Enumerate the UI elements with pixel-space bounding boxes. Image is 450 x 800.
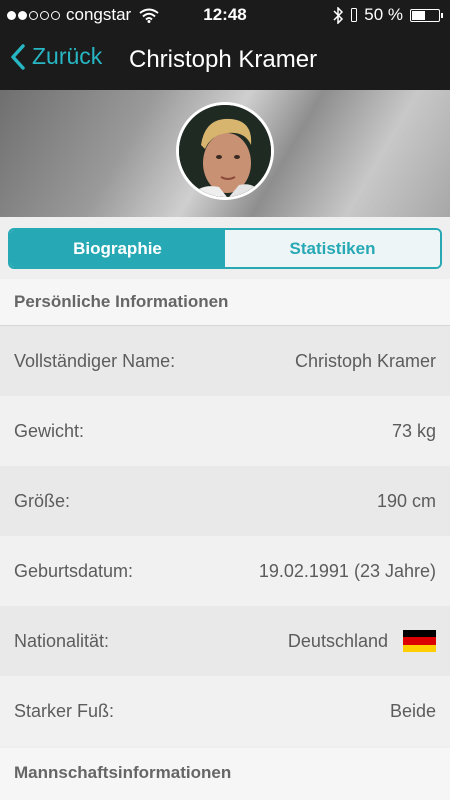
info-row-height: Größe: 190 cm: [0, 466, 450, 536]
status-right: 50 %: [332, 5, 443, 25]
info-row-birthdate: Geburtsdatum: 19.02.1991 (23 Jahre): [0, 536, 450, 606]
battery-tip: [441, 12, 443, 18]
section-header-team: Mannschaftsinformationen: [0, 748, 450, 800]
row-label: Gewicht:: [14, 420, 85, 441]
navigation-bar: Zurück Christoph Kramer: [0, 30, 450, 90]
tab-statistiken[interactable]: Statistiken: [225, 230, 440, 267]
row-label: Vollständiger Name:: [14, 350, 176, 371]
row-value: Christoph Kramer: [294, 350, 436, 371]
row-value: Beide: [389, 700, 436, 721]
back-button[interactable]: Zurück: [10, 43, 102, 70]
page-title: Christoph Kramer: [129, 46, 318, 73]
player-photo: [179, 105, 271, 197]
germany-flag-icon: [403, 630, 436, 652]
row-label: Geburtsdatum:: [14, 560, 134, 581]
flag-stripe-black: [403, 630, 436, 638]
avatar: [176, 102, 274, 200]
row-value: 19.02.1991 (23 Jahre): [258, 560, 436, 581]
row-label: Größe:: [14, 490, 71, 511]
orientation-lock-icon: [351, 8, 358, 22]
row-value: Deutschland: [287, 630, 388, 651]
row-label: Starker Fuß:: [14, 700, 115, 721]
info-row-nationality: Nationalität: Deutschland: [0, 606, 450, 676]
section-header-personal: Persönliche Informationen: [0, 279, 450, 326]
info-row-full-name: Vollständiger Name: Christoph Kramer: [0, 326, 450, 396]
chevron-left-icon: [11, 43, 25, 70]
row-value: 73 kg: [391, 420, 436, 441]
flag-stripe-gold: [403, 644, 436, 652]
battery-percentage: 50 %: [364, 5, 403, 24]
profile-header: [0, 90, 450, 217]
battery-icon: [410, 8, 443, 22]
info-row-weight: Gewicht: 73 kg: [0, 396, 450, 466]
battery-fill: [412, 10, 425, 20]
info-row-strong-foot: Starker Fuß: Beide: [0, 676, 450, 746]
status-bar: congstar 12:48 50 %: [0, 0, 450, 30]
back-label: Zurück: [32, 43, 103, 69]
tab-biographie[interactable]: Biographie: [10, 230, 225, 267]
segmented-control: Biographie Statistiken: [8, 228, 442, 269]
bluetooth-icon: [333, 6, 344, 24]
flag-stripe-red: [403, 637, 436, 645]
row-value: 190 cm: [376, 490, 436, 511]
row-label: Nationalität:: [14, 630, 110, 651]
row-value-group: Deutschland: [288, 630, 436, 652]
